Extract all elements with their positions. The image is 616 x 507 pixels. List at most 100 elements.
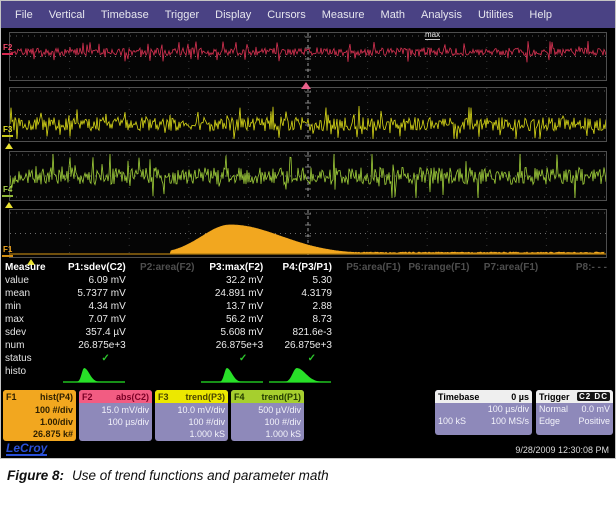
menu-item-help[interactable]: Help (521, 9, 560, 21)
measure-status-p7 (474, 352, 543, 365)
figure-caption: Figure 8:Use of trend functions and para… (7, 468, 329, 483)
offset-marker-icon[interactable] (5, 202, 13, 208)
measure-cell-min-p3: 13.7 mV (199, 300, 268, 313)
measure-row-label: min (5, 300, 61, 313)
descriptor-setting-line: 26.875 k# (6, 428, 73, 440)
measure-cell-sdev-p6 (405, 326, 474, 339)
menu-item-display[interactable]: Display (207, 9, 259, 21)
measure-cell-max-p2 (130, 313, 199, 326)
descriptor-id: F1 (6, 392, 17, 402)
descriptor-setting-line: 10.0 mV/div (158, 404, 225, 416)
offset-marker-icon[interactable] (5, 143, 13, 149)
measure-cell-mean-p4: 4.3179 (267, 287, 336, 300)
descriptor-setting-line: 100 #/div (6, 404, 73, 416)
trace-label-f2[interactable]: F2 (2, 44, 13, 55)
measure-row-label: mean (5, 287, 61, 300)
descriptor-function: trend(P3) (185, 392, 225, 402)
measure-col-header-p2[interactable]: P2:area(F2) (130, 261, 199, 274)
measure-cell-value-p8 (542, 274, 611, 287)
descriptor-id: F4 (234, 392, 245, 402)
measure-cell-value-p6 (405, 274, 474, 287)
descriptor-setting-line: 100 µs/div (82, 416, 149, 428)
measure-cell-sdev-p3: 5.608 mV (199, 326, 268, 339)
measure-status-p6 (405, 352, 474, 365)
measure-cell-num-p4: 26.875e+3 (267, 339, 336, 352)
measure-cell-value-p3: 32.2 mV (199, 274, 268, 287)
measure-cell-value-p2 (130, 274, 199, 287)
scope-screen: F2 F3 F4 F1 max MeasureP1:sdev(C2)P2:are… (1, 28, 615, 458)
measure-cell-sdev-p4: 821.6e-3 (267, 326, 336, 339)
timebase-descriptor[interactable]: Timebase 0 µs 100 µs/div 100 kS 100 MS/s (435, 390, 532, 435)
histogram-panel-f1[interactable] (9, 209, 607, 258)
measure-cell-min-p8 (542, 300, 611, 313)
timebase-offset: 0 µs (511, 392, 529, 402)
measure-cell-num-p2 (130, 339, 199, 352)
measure-cell-max-p3: 56.2 mV (199, 313, 268, 326)
trigger-level: 0.0 mV (581, 403, 610, 415)
measure-col-header-p3[interactable]: P3:max(F2) (199, 261, 268, 274)
measure-cell-num-p5 (336, 339, 405, 352)
trigger-position-marker-icon[interactable] (301, 82, 311, 89)
measure-cell-sdev-p2 (130, 326, 199, 339)
max-cursor-annotation: max (425, 30, 440, 40)
menu-item-timebase[interactable]: Timebase (93, 9, 157, 21)
descriptor-box-f3[interactable]: F3 trend(P3)10.0 mV/div100 #/div1.000 kS (155, 390, 228, 441)
descriptor-function: hist(P4) (40, 392, 73, 402)
measure-cell-value-p1: 6.09 mV (61, 274, 130, 287)
measure-cell-mean-p6 (405, 287, 474, 300)
descriptor-setting-line: 1.000 kS (234, 428, 301, 440)
measure-cell-mean-p2 (130, 287, 199, 300)
measure-cell-mean-p8 (542, 287, 611, 300)
measure-cell-sdev-p5 (336, 326, 405, 339)
measure-cell-num-p8 (542, 339, 611, 352)
descriptor-setting-line: 15.0 mV/div (82, 404, 149, 416)
measure-table: MeasureP1:sdev(C2)P2:area(F2)P3:max(F2)P… (5, 261, 611, 378)
measure-col-header-p5[interactable]: P5:area(F1) (336, 261, 405, 274)
menu-item-measure[interactable]: Measure (314, 9, 373, 21)
trigger-type: Edge (539, 415, 560, 427)
measure-row-label: sdev (5, 326, 61, 339)
descriptor-box-f2[interactable]: F2abs(C2)15.0 mV/div100 µs/div (79, 390, 152, 441)
descriptor-settings: 100 #/div1.00/div26.875 k# (3, 403, 76, 440)
timebase-samples: 100 kS (438, 415, 466, 427)
measure-col-header-p7[interactable]: P7:area(F1) (474, 261, 543, 274)
measure-cell-min-p7 (474, 300, 543, 313)
descriptor-header-f2: F2abs(C2) (79, 390, 152, 403)
trace-label-f4[interactable]: F4 (2, 186, 13, 197)
descriptor-box-f1[interactable]: F1 hist(P4)100 #/div1.00/div26.875 k# (3, 390, 76, 441)
descriptor-box-f4[interactable]: F4trend(P1)500 µV/div100 #/div1.000 kS (231, 390, 304, 441)
descriptor-settings: 10.0 mV/div100 #/div1.000 kS (155, 403, 228, 440)
descriptor-settings: 500 µV/div100 #/div1.000 kS (231, 403, 304, 440)
descriptor-id: F2 (82, 392, 93, 402)
menu-item-utilities[interactable]: Utilities (470, 9, 521, 21)
trigger-descriptor[interactable]: Trigger C2 DC Normal 0.0 mV Edge Positiv… (536, 390, 613, 435)
measure-cell-min-p2 (130, 300, 199, 313)
waveform-panel-f4[interactable] (9, 151, 607, 201)
descriptor-id: F3 (158, 392, 169, 402)
measure-col-header-p8[interactable]: P8:- - - (542, 261, 611, 274)
measure-cell-min-p4: 2.88 (267, 300, 336, 313)
timebase-rate: 100 MS/s (491, 415, 529, 427)
measure-cell-max-p6 (405, 313, 474, 326)
menu-item-file[interactable]: File (7, 9, 41, 21)
trace-label-f3[interactable]: F3 (2, 126, 13, 137)
menu-item-trigger[interactable]: Trigger (157, 9, 207, 21)
menu-item-vertical[interactable]: Vertical (41, 9, 93, 21)
menubar: FileVerticalTimebaseTriggerDisplayCursor… (1, 1, 615, 28)
timestamp: 9/28/2009 12:30:08 PM (515, 445, 609, 455)
waveform-panel-f3[interactable] (9, 87, 607, 142)
measure-cell-num-p3: 26.875e+3 (199, 339, 268, 352)
menu-item-analysis[interactable]: Analysis (413, 9, 470, 21)
menu-item-math[interactable]: Math (373, 9, 413, 21)
measure-col-header-p4[interactable]: P4:(P3/P1) (267, 261, 336, 274)
measure-status-p3: ✓ (199, 352, 268, 365)
measure-row-label: Measure (5, 261, 61, 274)
measure-histo-p8 (542, 365, 611, 389)
trace-label-f1[interactable]: F1 (2, 246, 13, 257)
menu-item-cursors[interactable]: Cursors (259, 9, 314, 21)
measure-col-header-p6[interactable]: P6:range(F1) (405, 261, 474, 274)
oscilloscope-window: FileVerticalTimebaseTriggerDisplayCursor… (0, 0, 616, 459)
measure-col-header-p1[interactable]: P1:sdev(C2) (61, 261, 130, 274)
waveform-panel-f2[interactable] (9, 32, 607, 81)
measure-cell-sdev-p1: 357.4 µV (61, 326, 130, 339)
